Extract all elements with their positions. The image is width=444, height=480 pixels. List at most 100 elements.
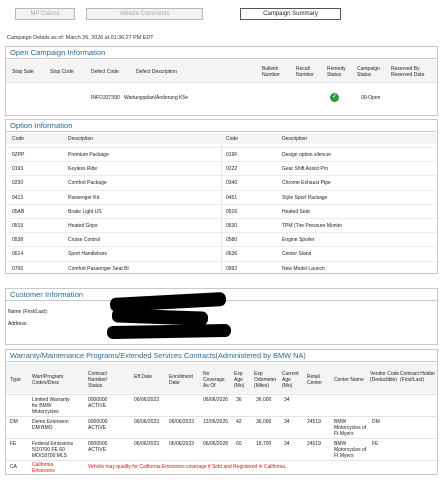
enrollment-date-header: Enrollment Date	[169, 374, 193, 386]
warranty-section: Warranty/Maintenance Programs/Extended S…	[5, 349, 438, 475]
recall-number-header: Recall Number	[296, 66, 314, 78]
enrollment-date-value: 06/06/2023	[169, 419, 195, 425]
type-value: FE	[10, 441, 17, 447]
mp-claims-button[interactable]: MP Claims	[15, 8, 75, 20]
option-code: 0580	[226, 237, 238, 244]
retail-center-value: 24519	[307, 419, 321, 425]
option-code: 0766	[12, 265, 24, 272]
option-description: Center Stand	[282, 251, 312, 258]
program-value: Demo Extension DM BMO	[32, 419, 69, 431]
open-campaign-title: Open Campaign Information	[6, 47, 437, 59]
warranty-row[interactable]: DM Demo Extension DM BMO 0000000 ACTIVE 06/…	[6, 416, 437, 438]
divider	[6, 82, 437, 83]
program-header: Warr/Program Codes/Desc	[32, 374, 64, 386]
exp-odometer-value: 36,000	[256, 419, 272, 425]
option-row: 0580 Engine Spoiler	[221, 232, 437, 246]
option-code: 0230	[12, 180, 24, 187]
option-row: 0451 Style Sport Package	[221, 189, 437, 204]
contract-holder-header: Contract Holder (First/Last)	[400, 371, 436, 383]
option-description: Engine Spoiler	[282, 237, 315, 244]
ca-row[interactable]: CA California Emissions Vehicle may qual…	[6, 460, 437, 474]
stop-sale-header: Stop Sale	[12, 69, 34, 75]
address-label: Address:	[8, 321, 28, 327]
warranty-row[interactable]: Limited Warranty for BMW Motorcycles 0000…	[6, 394, 437, 416]
campaign-row[interactable]: INFO337390 Wartungsplan/Änderung K5e ✓ 0…	[6, 89, 437, 105]
warranty-title: Warranty/Maintenance Programs/Extended S…	[6, 350, 437, 362]
vendor-code-header: Vendor Code (Deductible)	[370, 371, 400, 383]
option-code: 0614	[12, 251, 24, 258]
contract-value: 0000000 ACTIVE	[88, 441, 108, 453]
open-campaign-header-row: Stop Sale Stop Code Defect Code Defect D…	[6, 60, 437, 82]
campaign-status-header: Campaign Status	[357, 66, 380, 78]
exp-age-value: 36	[236, 397, 242, 403]
option-description: Keyless Ride	[68, 166, 98, 173]
option-description: New Model Launch	[282, 265, 325, 272]
option-description: Premium Package	[68, 152, 109, 158]
defect-description-value: Wartungsplan/Änderung K5e	[124, 95, 189, 101]
program-value: Federal Emissions 5/10700 FE 60 MO/18700…	[32, 441, 74, 459]
option-information-section: Option Information Code Description Code…	[5, 119, 438, 274]
option-code: 0451	[226, 194, 238, 201]
option-row: 0519 Heated Grips	[6, 218, 222, 232]
exp-odometer-header: Exp Odometer (Miles)	[254, 371, 277, 389]
warranty-row[interactable]: FE Federal Emissions 5/10700 FE 60 MO/187…	[6, 438, 437, 460]
remedy-check-icon: ✓	[330, 93, 339, 102]
option-row: 0516 Heated Seat	[221, 203, 437, 218]
option-row: 0766 Comfort Passenger Seat Bl	[6, 260, 222, 275]
option-row: 0636 Center Stand	[221, 246, 437, 260]
contract-value: 0000000 ACTIVE	[88, 419, 108, 431]
option-code: 0222	[226, 166, 238, 173]
type-header: Type	[10, 377, 21, 383]
no-coverage-header: No Coverage As Of	[203, 371, 225, 389]
option-code: 0636	[226, 251, 238, 258]
option-code: 0530	[226, 223, 238, 229]
eff-date-value: 06/06/2023	[134, 441, 160, 447]
vendor-code-value: FE	[372, 441, 379, 447]
option-code: 0413	[12, 194, 24, 201]
open-campaign-section: Open Campaign Information Stop Sale Stop…	[5, 46, 438, 116]
bulletin-number-header: Bulletin Number	[262, 66, 280, 78]
name-label: Name (First/Last):	[8, 309, 49, 315]
center-name-header: Center Name	[334, 377, 364, 383]
option-code: 0193	[12, 166, 24, 173]
option-code: 05AB	[12, 208, 25, 215]
exp-age-value: 42	[236, 419, 242, 425]
defect-code-header: Defect Code	[91, 69, 119, 75]
campaign-as-of: Campaign Details as of: March 26, 2026 a…	[7, 35, 154, 41]
option-description: TPM (Tire Pressure Monito	[282, 223, 342, 229]
current-age-value: 34	[284, 441, 290, 447]
option-code: 0538	[12, 237, 24, 244]
vendor-code-value: DM	[372, 419, 380, 425]
current-age-value: 34	[284, 397, 290, 403]
exp-odometer-value: 36,000	[256, 397, 272, 403]
option-row: 0992 New Model Launch	[221, 260, 437, 275]
page: { "toolbar": { "mp_claims": "MP Claims",…	[0, 0, 444, 480]
exp-age-header: Exp Age (Mo)	[234, 371, 245, 389]
option-row: 0222 Gear Shift Assist Pro	[221, 161, 437, 175]
no-coverage-value: 06/06/2026	[203, 397, 229, 403]
option-row: 05AB Brake Light US	[6, 203, 222, 218]
option-description: Heated Grips	[68, 223, 98, 229]
top-toolbar: MP Claims Vehicle Comments Campaign Summ…	[0, 8, 444, 22]
option-row: 0340 Chrome Exhaust Pipe	[221, 175, 437, 189]
defect-code-value: INFO337390	[91, 95, 120, 101]
ca-type: CA	[10, 464, 17, 470]
eff-date-value: 06/06/2023	[134, 419, 160, 425]
stop-code-header: Stop Code	[50, 69, 74, 75]
option-description: Sport Handlebars	[68, 251, 107, 258]
contract-value: 0000000 ACTIVE	[88, 397, 108, 409]
option-code: 019F	[226, 152, 238, 158]
option-description: Chrome Exhaust Pipe	[282, 180, 331, 187]
campaign-summary-button[interactable]: Campaign Summary	[240, 8, 341, 20]
option-information-title: Option Information	[6, 120, 437, 132]
ca-program: California Emissions	[32, 462, 55, 474]
description-header-right: Description	[282, 136, 308, 142]
remedy-status-header: Remedy Status	[327, 66, 346, 78]
current-age-header: Current Age (Mo)	[282, 371, 299, 389]
option-description: Gear Shift Assist Pro	[282, 166, 329, 173]
no-coverage-value: 06/06/2028	[203, 441, 229, 447]
vehicle-comments-button[interactable]: Vehicle Comments	[86, 8, 203, 20]
option-code: 0340	[226, 180, 238, 187]
no-coverage-value: 12/06/2026	[203, 419, 229, 425]
center-name-value: BMW Motorcycles of Ft Myers	[334, 419, 367, 437]
